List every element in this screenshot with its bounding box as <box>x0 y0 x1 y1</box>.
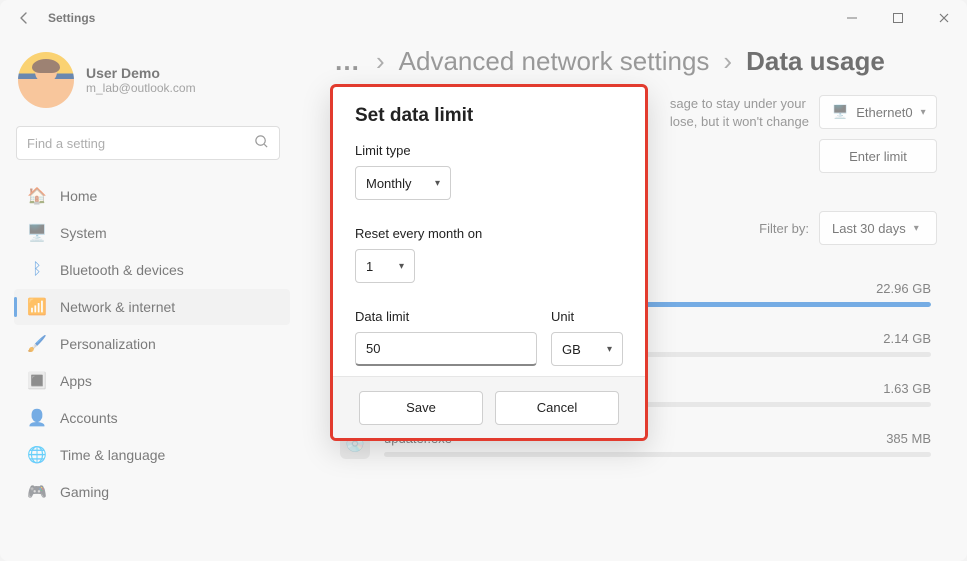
sidebar: User Demo m_lab@outlook.com Find a setti… <box>0 36 300 561</box>
chevron-down-icon: ▾ <box>921 107 926 118</box>
nav-label: Bluetooth & devices <box>60 262 184 278</box>
chevron-down-icon: ▾ <box>435 178 440 189</box>
nav-label: Gaming <box>60 484 109 500</box>
breadcrumb: … › Advanced network settings › Data usa… <box>334 46 937 77</box>
enter-limit-button[interactable]: Enter limit <box>819 139 937 173</box>
breadcrumb-sep: › <box>723 46 732 77</box>
ethernet-icon: 🖥️ <box>832 104 848 120</box>
app-usage-value: 2.14 GB <box>883 331 931 346</box>
nav-label: Network & internet <box>60 299 175 315</box>
nav-label: Personalization <box>60 336 156 352</box>
sidebar-item-gaming[interactable]: 🎮 Gaming <box>14 474 290 510</box>
chevron-down-icon: ▾ <box>607 344 612 355</box>
limit-type-label: Limit type <box>355 143 623 158</box>
adapter-selector[interactable]: 🖥️ Ethernet0 ▾ <box>819 95 937 129</box>
nav-label: Apps <box>60 373 92 389</box>
settings-window: Settings User Demo m_lab@outlook.com Fin… <box>0 0 967 561</box>
sidebar-item-accounts[interactable]: 👤 Accounts <box>14 400 290 436</box>
cancel-button[interactable]: Cancel <box>495 391 619 425</box>
chevron-down-icon: ▾ <box>914 223 919 234</box>
avatar <box>18 52 74 108</box>
maximize-button[interactable] <box>875 0 921 36</box>
profile-name: User Demo <box>86 65 196 81</box>
description-text: sage to stay under your lose, but it won… <box>670 95 809 131</box>
data-limit-input[interactable]: 50 <box>355 332 537 366</box>
nav-icon: 🏠 <box>28 187 46 205</box>
nav-icon: 🖥️ <box>28 224 46 242</box>
usage-bar <box>384 452 931 457</box>
sidebar-item-time-language[interactable]: 🌐 Time & language <box>14 437 290 473</box>
search-input[interactable]: Find a setting <box>16 126 280 160</box>
window-title: Settings <box>48 11 95 25</box>
app-usage-value: 385 MB <box>886 431 931 446</box>
set-data-limit-dialog: Set data limit Limit type Monthly ▾ Rese… <box>330 84 648 441</box>
app-usage-value: 22.96 GB <box>876 281 931 296</box>
sidebar-item-home[interactable]: 🏠 Home <box>14 178 290 214</box>
nav-label: Home <box>60 188 97 204</box>
nav-icon: ᛒ <box>28 261 46 279</box>
filter-selector[interactable]: Last 30 days ▾ <box>819 211 937 245</box>
reset-day-dropdown[interactable]: 1 ▾ <box>355 249 415 283</box>
dialog-title: Set data limit <box>355 105 623 127</box>
adapter-name: Ethernet0 <box>856 105 912 120</box>
nav-label: System <box>60 225 107 241</box>
limit-type-dropdown[interactable]: Monthly ▾ <box>355 166 451 200</box>
nav-icon: 👤 <box>28 409 46 427</box>
title-bar: Settings <box>0 0 967 36</box>
nav-icon: 🌐 <box>28 446 46 464</box>
nav-label: Accounts <box>60 410 118 426</box>
minimize-button[interactable] <box>829 0 875 36</box>
close-button[interactable] <box>921 0 967 36</box>
breadcrumb-link[interactable]: Advanced network settings <box>399 46 710 77</box>
nav-icon: 🎮 <box>28 483 46 501</box>
unit-dropdown[interactable]: GB ▾ <box>551 332 623 366</box>
sidebar-item-apps[interactable]: 🔳 Apps <box>14 363 290 399</box>
dialog-footer: Save Cancel <box>333 376 645 438</box>
breadcrumb-overflow[interactable]: … <box>334 46 362 77</box>
filter-label: Filter by: <box>759 221 809 236</box>
search-icon <box>254 134 269 152</box>
profile-block[interactable]: User Demo m_lab@outlook.com <box>18 52 286 108</box>
nav-icon: 🔳 <box>28 372 46 390</box>
save-button[interactable]: Save <box>359 391 483 425</box>
reset-day-label: Reset every month on <box>355 226 623 241</box>
sidebar-item-personalization[interactable]: 🖌️ Personalization <box>14 326 290 362</box>
window-controls <box>829 0 967 36</box>
sidebar-item-bluetooth-devices[interactable]: ᛒ Bluetooth & devices <box>14 252 290 288</box>
app-usage-value: 1.63 GB <box>883 381 931 396</box>
back-button[interactable] <box>4 2 44 34</box>
unit-label: Unit <box>551 309 623 324</box>
dialog-body: Set data limit Limit type Monthly ▾ Rese… <box>333 87 645 376</box>
sidebar-item-system[interactable]: 🖥️ System <box>14 215 290 251</box>
search-placeholder: Find a setting <box>27 136 105 151</box>
nav-icon: 🖌️ <box>28 335 46 353</box>
breadcrumb-sep: › <box>376 46 385 77</box>
nav-icon: 📶 <box>28 298 46 316</box>
sidebar-item-network-internet[interactable]: 📶 Network & internet <box>14 289 290 325</box>
profile-email: m_lab@outlook.com <box>86 81 196 95</box>
nav-list: 🏠 Home 🖥️ System ᛒ Bluetooth & devices 📶 Networ… <box>14 178 290 510</box>
nav-label: Time & language <box>60 447 165 463</box>
chevron-down-icon: ▾ <box>399 261 404 272</box>
data-limit-label: Data limit <box>355 309 537 324</box>
breadcrumb-current: Data usage <box>746 46 885 77</box>
